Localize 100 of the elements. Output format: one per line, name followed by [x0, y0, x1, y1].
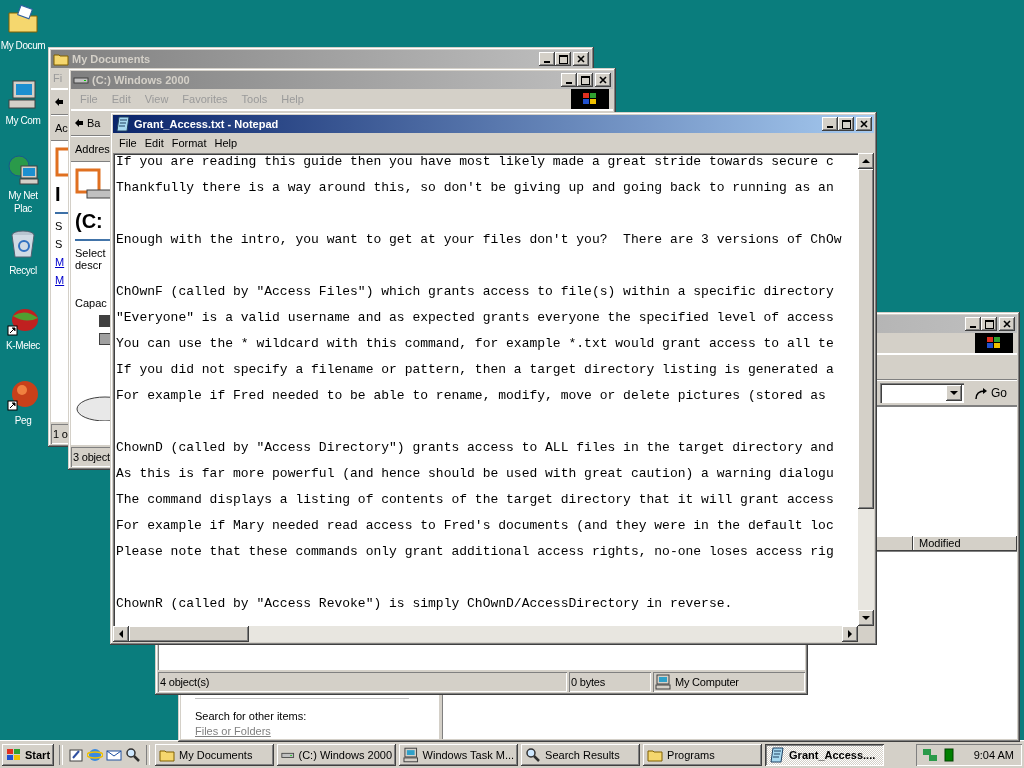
- text-line: Thankfully there is a way around this, so don't be giving up and going back to running as an: [116, 179, 835, 197]
- size-grip[interactable]: [858, 626, 874, 642]
- close-icon: [1003, 320, 1011, 328]
- scroll-thumb[interactable]: [858, 169, 874, 509]
- go-arrow-icon: [974, 386, 988, 400]
- icon-label[interactable]: K-Melec: [6, 339, 40, 352]
- computer-icon: [403, 746, 419, 763]
- computer-icon: [655, 674, 671, 690]
- panel-heading: (C:: [75, 210, 103, 233]
- text-line: Please note that these commands only grant additional access rights, no-one loses access rig: [116, 543, 835, 561]
- menu-item[interactable]: Help: [212, 137, 240, 149]
- column-header[interactable]: Modified: [913, 536, 1017, 551]
- scroll-up-button[interactable]: [858, 153, 874, 169]
- scroll-right-button[interactable]: [842, 626, 858, 642]
- minimize-button[interactable]: [539, 52, 555, 66]
- maximize-button[interactable]: [981, 317, 997, 331]
- left-arrow-icon: [117, 630, 125, 638]
- menu-item[interactable]: Edit: [142, 137, 166, 149]
- text-line: The command displays a listing of contents of the target directory that it will grant access: [116, 491, 835, 509]
- address-field[interactable]: [880, 383, 964, 403]
- right-arrow-icon: [846, 630, 854, 638]
- text-line: For example if Fred needed to be able to rename, modify, move or delete pictures (stored as: [116, 387, 827, 405]
- folder-icon: [53, 51, 69, 67]
- maximize-button[interactable]: [577, 73, 593, 87]
- shortcut-icon[interactable]: [7, 379, 39, 411]
- start-button[interactable]: Start: [2, 743, 55, 766]
- go-button[interactable]: Go: [968, 383, 1013, 403]
- icon-label[interactable]: My Docum: [0, 39, 46, 52]
- back-button[interactable]: Ba: [87, 117, 101, 129]
- maximize-button[interactable]: [838, 117, 854, 131]
- panel-text: Capac: [75, 297, 107, 309]
- panel-link[interactable]: M: [55, 274, 65, 286]
- dropdown-button[interactable]: [946, 385, 962, 401]
- used-space-swatch: [99, 315, 111, 327]
- search-icon: [525, 746, 542, 763]
- minimize-button[interactable]: [965, 317, 981, 331]
- close-icon: [577, 55, 585, 63]
- scroll-thumb[interactable]: [129, 626, 249, 642]
- up-arrow-icon: [862, 157, 870, 165]
- window-title: My Documents: [72, 53, 151, 65]
- minimize-button[interactable]: [822, 117, 838, 131]
- status-icon[interactable]: [943, 747, 954, 762]
- text-line: You can use the * wildcard with this command, for example *.txt would grant access to all te: [116, 335, 835, 353]
- clock: 9:04 AM: [973, 748, 1014, 761]
- back-arrow-icon: [55, 98, 63, 106]
- search-icon: [125, 746, 142, 763]
- down-arrow-icon: [862, 614, 870, 622]
- windows-logo-icon: [582, 92, 598, 106]
- close-button[interactable]: [573, 52, 589, 66]
- taskbar-button[interactable]: Windows Task M...: [399, 743, 519, 766]
- text-line: For example if Mary needed read access to Fred's documents (and they were in the default loc: [116, 517, 835, 535]
- panel-text: S: [55, 220, 63, 232]
- taskbar-button[interactable]: Grant_Access....: [765, 743, 885, 766]
- close-icon: [860, 120, 868, 128]
- panel-text: Select descr: [75, 247, 106, 271]
- menu-item[interactable]: File: [117, 137, 139, 149]
- maximize-icon: [984, 319, 994, 329]
- panel-heading: I: [55, 183, 61, 206]
- taskbar-button[interactable]: My Documents: [155, 743, 275, 766]
- text-line: If you are reading this guide then you have most likely made a great stride towards secure c: [116, 153, 835, 171]
- back-arrow-icon: [75, 119, 83, 127]
- files-or-folders-link[interactable]: Files or Folders: [195, 725, 439, 737]
- notepad-icon: [115, 116, 131, 132]
- icon-label[interactable]: Peg: [14, 414, 32, 427]
- notepad-icon: [769, 746, 786, 763]
- maximize-icon: [841, 119, 851, 129]
- windows-logo-icon: [986, 336, 1002, 350]
- window-title: (C:) Windows 2000: [92, 74, 190, 86]
- folder-icon[interactable]: [7, 4, 39, 36]
- notepad-icon[interactable]: [68, 746, 85, 763]
- taskbar-button[interactable]: Search Results: [521, 743, 641, 766]
- icon-label[interactable]: My Com: [5, 114, 41, 127]
- scroll-down-button[interactable]: [858, 610, 874, 626]
- address-label: Ac: [55, 122, 68, 134]
- panel-link[interactable]: M: [55, 256, 65, 268]
- text-line: ChownR (called by "Access Revoke") is simply ChOwnD/AccessDirectory in reverse.: [116, 595, 734, 613]
- icon-label[interactable]: Recycl: [9, 264, 37, 277]
- scroll-left-button[interactable]: [113, 626, 129, 642]
- free-space-swatch: [99, 333, 111, 345]
- taskbar-button[interactable]: (C:) Windows 2000: [277, 743, 397, 766]
- windows-logo-icon: [6, 747, 22, 762]
- network-icon[interactable]: [7, 154, 39, 186]
- text-line: "Everyone" is a valid username and as expected grants everyone the specified level of access: [116, 309, 835, 327]
- close-button[interactable]: [999, 317, 1015, 331]
- panel-text: S: [55, 238, 63, 250]
- computer-icon[interactable]: [7, 79, 39, 111]
- text-line: Enough with the intro, you want to get at your files don't you? There are 3 versions of ChOw: [116, 231, 843, 249]
- minimize-button[interactable]: [561, 73, 577, 87]
- icon-label[interactable]: My Net Plac: [8, 189, 38, 215]
- maximize-button[interactable]: [555, 52, 571, 66]
- panel-heading: Search for other items:: [195, 710, 308, 722]
- status-text: 4 object(s): [158, 672, 567, 692]
- text-line: If you did not specify a filename or pattern, then a target directory listing is generated a: [116, 361, 835, 379]
- close-button[interactable]: [595, 73, 611, 87]
- close-button[interactable]: [856, 117, 872, 131]
- close-icon: [599, 76, 607, 84]
- menu-item[interactable]: Format: [169, 137, 209, 149]
- address-label: Addres: [75, 143, 110, 155]
- text-line: ChOwnF (called by "Access Files") which grants access to file(s) within a specific directory: [116, 283, 835, 301]
- taskbar-button[interactable]: Programs: [643, 743, 763, 766]
